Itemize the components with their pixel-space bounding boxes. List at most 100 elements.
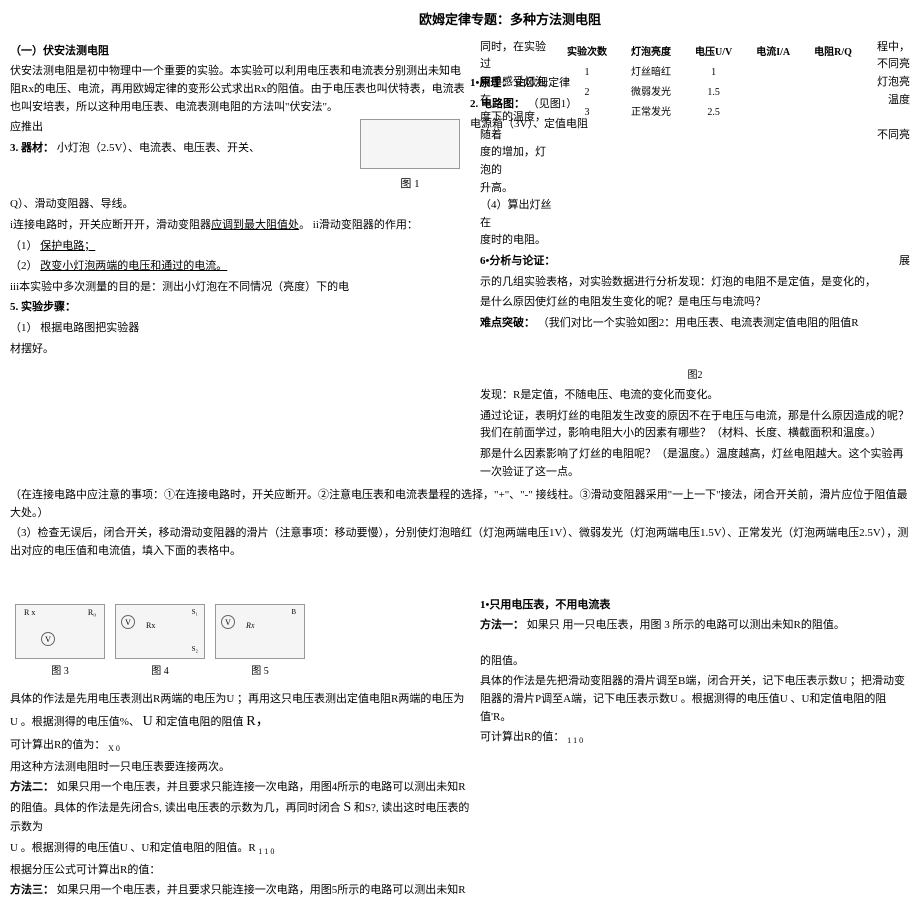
right-text3: 可计算出R的值：: [480, 731, 564, 743]
fig1-label: 图 1: [350, 176, 470, 194]
m1-calc1: U 。根据测得的电压值%、: [10, 716, 140, 728]
circuit-4: Rx S₁ S₂ V: [115, 604, 205, 659]
rx-label-5: RX: [246, 620, 255, 633]
cell: [802, 63, 864, 83]
method2-label: 方法二：: [10, 781, 54, 793]
m1-calc2: 可计算出R的值为：: [10, 739, 105, 751]
ab-label: B: [291, 607, 296, 618]
th-4: 电流I/A: [744, 43, 802, 63]
equipment-text2: 电源箱（3V）、定值电阻: [470, 116, 670, 134]
cell: [744, 103, 802, 123]
voltmeter-icon: V: [121, 615, 135, 629]
method-header: 1•只用电压表，不用电流表: [480, 597, 910, 615]
fig2-label: 图2: [480, 368, 910, 384]
m1-note: 用这种方法测电阻时一只电压表要连接两次。: [10, 759, 470, 777]
warning-text: （在连接电路中应注意的事项：①在连接电路时，开关应断开。②注意电压表和电流表量程…: [10, 487, 910, 522]
conclusion: 通过论证，表明灯丝的电阻发生改变的原因不在于电压与电流，那是什么原因造成的呢？我…: [480, 408, 910, 443]
rs-step4-text: 度时的电阻。: [480, 232, 555, 250]
rx-label-4: Rx: [146, 620, 155, 633]
page-title: 欧姆定律专题：多种方法测电阻: [110, 10, 910, 31]
step5-label: 5. 实验步骤：: [10, 299, 470, 317]
sec6-2: 是什么原因使灯丝的电阻发生变化的呢？是电压与电流吗？: [480, 294, 910, 312]
cell: 1: [683, 63, 744, 83]
step5-1-text: 根据电路图把实验器: [40, 322, 139, 334]
th-5: 电阻R/Q: [802, 43, 864, 63]
rs-end1: 程中，: [874, 39, 910, 57]
th-1: 实验次数: [555, 43, 619, 63]
step5-1-label: （1）: [10, 322, 38, 334]
rs-intro5: 升高。: [480, 180, 555, 198]
difficult-text: （我们对比一个实验如图2：用电压表、电流表测定值电阻的阻值R: [538, 317, 859, 329]
discover: 发现：R是定值，不随电压、电流的变化而变化。: [480, 387, 910, 405]
right-sub: 1 1 0: [567, 736, 583, 745]
cell: [802, 83, 864, 103]
circuit-5: RX B V: [215, 604, 305, 659]
intro-text: 伏安法测电阻是初中物理中一个重要的实验。本实验可以利用电压表和电流表分别测出未知…: [10, 63, 470, 116]
m2-calc2: 根据分压公式可计算出R的值：: [10, 862, 470, 880]
method1-text: 如果只 用一只电压表，用图 3 所示的电路可以测出未知R的阻值。: [527, 619, 845, 631]
note-i-end: 。 ii滑动变阻器的作用：: [299, 219, 418, 231]
step5-1-end: 材摆好。: [10, 341, 470, 359]
step3-text: （3）检查无误后，闭合开关，移动滑动变阻器的滑片（注意事项：移动要慢），分别使灯…: [10, 525, 910, 560]
rs-end3: 灯泡亮: [874, 74, 910, 92]
cell: 2.5: [683, 103, 744, 123]
table-header-row: 实验次数 灯泡亮度 电压U/V 电流I/A 电阻R/Q: [555, 43, 864, 63]
th-2: 灯泡亮度: [619, 43, 683, 63]
cell: [744, 83, 802, 103]
sec6-1: 示的几组实验表格，对实验数据进行分析发现：灯泡的电阻不是定值，是变化的，: [480, 274, 910, 292]
th-3: 电压U/V: [683, 43, 744, 63]
voltmeter-icon: V: [41, 632, 55, 646]
rs-intro4: 度的增加，灯泡的: [480, 144, 555, 179]
circuit-3: R x R₀ V: [15, 604, 105, 659]
fig5-label: 图 5: [210, 664, 310, 680]
cell: 1.5: [683, 83, 744, 103]
note2-label: （2）: [10, 260, 38, 272]
m1-x0: X 0: [108, 744, 120, 753]
difficult-label: 难点突破：: [480, 317, 535, 329]
method3-text: 如果只用一个电压表，并且要求只能连接一次电路，用图5所示的电路可以测出未知R: [57, 884, 466, 896]
right-text2: 具体的作法是先把滑动变阻器的滑片调至B端，闭合开关，记下电压表示数U ；把滑动变…: [480, 673, 910, 726]
figure-1-box: 图 1: [350, 119, 470, 193]
m2-sub: 1 1 0: [258, 847, 274, 856]
equipment-text: 小灯泡（2.5V）、电流表、电压表、开关、: [57, 142, 260, 154]
method2-s: S: [343, 800, 351, 815]
rs-step4-label: （4）算出灯丝在: [480, 197, 555, 232]
note-i-underline: 应调到最大阻值处: [211, 219, 299, 231]
sec6-label: 6•分析与论证：: [480, 255, 555, 267]
circuit-text: （见图1）: [528, 98, 578, 110]
cell: [744, 63, 802, 83]
r0-label: R₀: [88, 607, 96, 620]
method1-detail: 具体的作法是先用电压表测出R两端的电压为U ；再用这只电压表测出定值电阻R两端的…: [10, 691, 470, 709]
cell: [802, 103, 864, 123]
s1-label: S₁: [192, 607, 198, 618]
fig3-label: 图 3: [10, 664, 110, 680]
note1-label: （1）: [10, 240, 38, 252]
note2-text: 改变小灯泡两端的电压和通过的电流。: [40, 260, 227, 272]
conclusion2: 那是什么因素影响了灯丝的电阻呢？（是温度。）温度越高，灯丝电阻越大。这个实验再一…: [480, 446, 910, 481]
equipment-label: 3. 器材：: [10, 142, 54, 154]
m1-r: R，: [246, 714, 269, 729]
right-text1: 的阻值。: [480, 653, 910, 671]
circuit-label: 2. 电路图：: [470, 98, 525, 110]
principle-text: 由欧姆定律: [515, 77, 570, 89]
principle-label: 1•原理：: [470, 77, 512, 89]
fig4-label: 图 4: [110, 664, 210, 680]
note-i: i连接电路时，开关应断开开，滑动变阻器: [10, 219, 211, 231]
voltmeter-icon: V: [221, 615, 235, 629]
section-1-header: （一）伏安法测电阻: [10, 43, 470, 61]
method1-label: 方法一：: [480, 619, 524, 631]
note1-text: 保护电路；: [40, 240, 95, 252]
circuit-diagram-1: [360, 119, 460, 169]
m1-u: U: [143, 714, 153, 729]
sec6-text: 展: [899, 253, 910, 271]
method3-label: 方法三：: [10, 884, 54, 896]
rs-end2: 不同亮: [874, 56, 910, 74]
rs-intro: 同时，在实验过: [480, 39, 555, 74]
rs-end5: 不同亮: [874, 127, 910, 145]
m2-calc: U 。根据测得的电压值U 、U和定值电阻的阻值。R: [10, 842, 256, 854]
m1-calc1b: 和定值电阻的阻值: [155, 716, 243, 728]
equipment-text3: Q）、滑动变阻器、导线。: [10, 196, 470, 214]
s2-label: S₂: [192, 644, 198, 655]
note-iii: iii本实验中多次测量的目的是：测出小灯泡在不同情况（亮度）下的电: [10, 279, 470, 297]
rx-label: R x: [24, 607, 35, 620]
